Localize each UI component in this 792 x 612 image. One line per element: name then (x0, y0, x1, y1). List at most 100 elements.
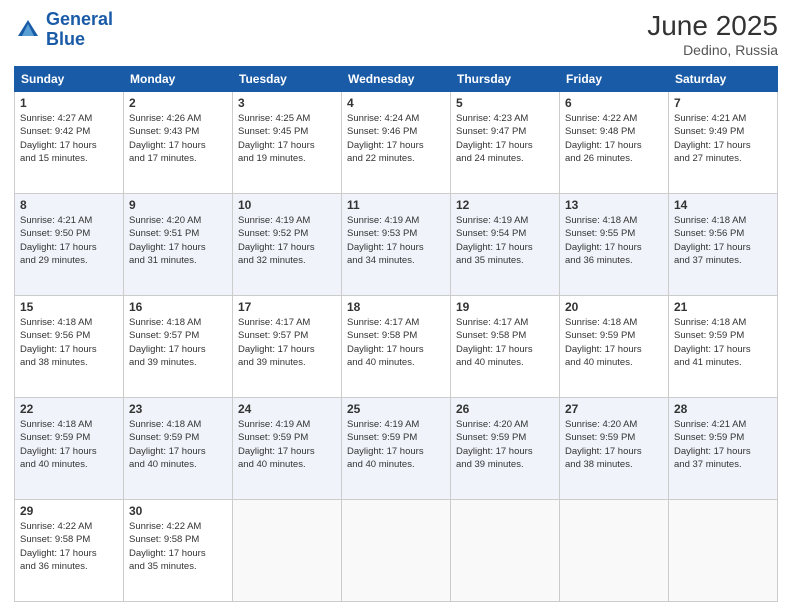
day-info: Sunrise: 4:18 AMSunset: 9:57 PMDaylight:… (129, 316, 227, 369)
calendar-cell: 7 Sunrise: 4:21 AMSunset: 9:49 PMDaylight… (669, 92, 778, 194)
calendar-cell: 27 Sunrise: 4:20 AMSunset: 9:59 PMDayligh… (560, 398, 669, 500)
day-info: Sunrise: 4:24 AMSunset: 9:46 PMDaylight:… (347, 112, 445, 165)
col-header-friday: Friday (560, 67, 669, 92)
day-number: 23 (129, 402, 227, 416)
calendar-cell: 4 Sunrise: 4:24 AMSunset: 9:46 PMDaylight… (342, 92, 451, 194)
day-number: 21 (674, 300, 772, 314)
day-info: Sunrise: 4:26 AMSunset: 9:43 PMDaylight:… (129, 112, 227, 165)
logo-text: General Blue (46, 10, 113, 50)
day-number: 28 (674, 402, 772, 416)
day-number: 7 (674, 96, 772, 110)
calendar-cell: 11 Sunrise: 4:19 AMSunset: 9:53 PMDayligh… (342, 194, 451, 296)
day-number: 15 (20, 300, 118, 314)
logo-icon (14, 16, 42, 44)
calendar-cell (233, 500, 342, 602)
day-info: Sunrise: 4:19 AMSunset: 9:59 PMDaylight:… (347, 418, 445, 471)
calendar-cell: 28 Sunrise: 4:21 AMSunset: 9:59 PMDayligh… (669, 398, 778, 500)
day-info: Sunrise: 4:23 AMSunset: 9:47 PMDaylight:… (456, 112, 554, 165)
day-number: 12 (456, 198, 554, 212)
day-info: Sunrise: 4:27 AMSunset: 9:42 PMDaylight:… (20, 112, 118, 165)
day-number: 19 (456, 300, 554, 314)
day-number: 26 (456, 402, 554, 416)
logo: General Blue (14, 10, 113, 50)
location: Dedino, Russia (647, 42, 778, 58)
col-header-wednesday: Wednesday (342, 67, 451, 92)
day-number: 5 (456, 96, 554, 110)
calendar-cell: 23 Sunrise: 4:18 AMSunset: 9:59 PMDayligh… (124, 398, 233, 500)
day-info: Sunrise: 4:21 AMSunset: 9:59 PMDaylight:… (674, 418, 772, 471)
calendar-cell: 30 Sunrise: 4:22 AMSunset: 9:58 PMDayligh… (124, 500, 233, 602)
calendar-cell: 16Sunrise: 4:18 AMSunset: 9:57 PMDayligh… (124, 296, 233, 398)
calendar-cell: 20 Sunrise: 4:18 AMSunset: 9:59 PMDayligh… (560, 296, 669, 398)
day-info: Sunrise: 4:19 AMSunset: 9:52 PMDaylight:… (238, 214, 336, 267)
col-header-thursday: Thursday (451, 67, 560, 92)
day-number: 11 (347, 198, 445, 212)
day-info: Sunrise: 4:18 AMSunset: 9:56 PMDaylight:… (20, 316, 118, 369)
day-info: Sunrise: 4:17 AMSunset: 9:57 PMDaylight:… (238, 316, 336, 369)
day-info: Sunrise: 4:18 AMSunset: 9:55 PMDaylight:… (565, 214, 663, 267)
calendar-cell: 12 Sunrise: 4:19 AMSunset: 9:54 PMDayligh… (451, 194, 560, 296)
day-info: Sunrise: 4:19 AMSunset: 9:54 PMDaylight:… (456, 214, 554, 267)
page-header: General Blue June 2025 Dedino, Russia (14, 10, 778, 58)
calendar-cell: 25Sunrise: 4:19 AMSunset: 9:59 PMDayligh… (342, 398, 451, 500)
day-info: Sunrise: 4:19 AMSunset: 9:59 PMDaylight:… (238, 418, 336, 471)
day-info: Sunrise: 4:17 AMSunset: 9:58 PMDaylight:… (456, 316, 554, 369)
day-info: Sunrise: 4:20 AMSunset: 9:59 PMDaylight:… (456, 418, 554, 471)
day-info: Sunrise: 4:25 AMSunset: 9:45 PMDaylight:… (238, 112, 336, 165)
day-number: 18 (347, 300, 445, 314)
calendar-cell: 6Sunrise: 4:22 AMSunset: 9:48 PMDaylight… (560, 92, 669, 194)
title-block: June 2025 Dedino, Russia (647, 10, 778, 58)
calendar-cell: 17 Sunrise: 4:17 AMSunset: 9:57 PMDayligh… (233, 296, 342, 398)
calendar-cell (342, 500, 451, 602)
day-number: 2 (129, 96, 227, 110)
calendar-cell: 19 Sunrise: 4:17 AMSunset: 9:58 PMDayligh… (451, 296, 560, 398)
day-info: Sunrise: 4:21 AMSunset: 9:49 PMDaylight:… (674, 112, 772, 165)
calendar-cell: 13 Sunrise: 4:18 AMSunset: 9:55 PMDayligh… (560, 194, 669, 296)
day-info: Sunrise: 4:18 AMSunset: 9:56 PMDaylight:… (674, 214, 772, 267)
day-number: 22 (20, 402, 118, 416)
day-info: Sunrise: 4:19 AMSunset: 9:53 PMDaylight:… (347, 214, 445, 267)
day-number: 30 (129, 504, 227, 518)
logo-general: General (46, 9, 113, 29)
calendar-cell: 10Sunrise: 4:19 AMSunset: 9:52 PMDayligh… (233, 194, 342, 296)
day-info: Sunrise: 4:22 AMSunset: 9:58 PMDaylight:… (20, 520, 118, 573)
day-number: 4 (347, 96, 445, 110)
day-info: Sunrise: 4:21 AMSunset: 9:50 PMDaylight:… (20, 214, 118, 267)
calendar-cell: 9 Sunrise: 4:20 AMSunset: 9:51 PMDaylight… (124, 194, 233, 296)
day-number: 13 (565, 198, 663, 212)
day-info: Sunrise: 4:17 AMSunset: 9:58 PMDaylight:… (347, 316, 445, 369)
day-info: Sunrise: 4:18 AMSunset: 9:59 PMDaylight:… (129, 418, 227, 471)
calendar-cell: 8 Sunrise: 4:21 AMSunset: 9:50 PMDaylight… (15, 194, 124, 296)
day-number: 17 (238, 300, 336, 314)
day-info: Sunrise: 4:20 AMSunset: 9:59 PMDaylight:… (565, 418, 663, 471)
col-header-saturday: Saturday (669, 67, 778, 92)
calendar-cell: 1Sunrise: 4:27 AMSunset: 9:42 PMDaylight… (15, 92, 124, 194)
calendar-cell: 3 Sunrise: 4:25 AMSunset: 9:45 PMDaylight… (233, 92, 342, 194)
calendar-cell: 18 Sunrise: 4:17 AMSunset: 9:58 PMDayligh… (342, 296, 451, 398)
calendar-cell: 5 Sunrise: 4:23 AMSunset: 9:47 PMDaylight… (451, 92, 560, 194)
day-number: 8 (20, 198, 118, 212)
calendar-cell (451, 500, 560, 602)
day-number: 14 (674, 198, 772, 212)
calendar-cell: 15 Sunrise: 4:18 AMSunset: 9:56 PMDayligh… (15, 296, 124, 398)
day-number: 9 (129, 198, 227, 212)
col-header-tuesday: Tuesday (233, 67, 342, 92)
calendar-table: SundayMondayTuesdayWednesdayThursdayFrid… (14, 66, 778, 602)
day-number: 27 (565, 402, 663, 416)
col-header-monday: Monday (124, 67, 233, 92)
day-number: 29 (20, 504, 118, 518)
calendar-cell: 24Sunrise: 4:19 AMSunset: 9:59 PMDayligh… (233, 398, 342, 500)
day-info: Sunrise: 4:18 AMSunset: 9:59 PMDaylight:… (565, 316, 663, 369)
day-info: Sunrise: 4:22 AMSunset: 9:58 PMDaylight:… (129, 520, 227, 573)
day-number: 6 (565, 96, 663, 110)
calendar-cell: 2 Sunrise: 4:26 AMSunset: 9:43 PMDaylight… (124, 92, 233, 194)
day-info: Sunrise: 4:20 AMSunset: 9:51 PMDaylight:… (129, 214, 227, 267)
calendar-cell: 14 Sunrise: 4:18 AMSunset: 9:56 PMDayligh… (669, 194, 778, 296)
day-number: 3 (238, 96, 336, 110)
month-year: June 2025 (647, 10, 778, 42)
calendar-cell (560, 500, 669, 602)
calendar-cell: 26 Sunrise: 4:20 AMSunset: 9:59 PMDayligh… (451, 398, 560, 500)
col-header-sunday: Sunday (15, 67, 124, 92)
day-number: 20 (565, 300, 663, 314)
day-info: Sunrise: 4:18 AMSunset: 9:59 PMDaylight:… (674, 316, 772, 369)
